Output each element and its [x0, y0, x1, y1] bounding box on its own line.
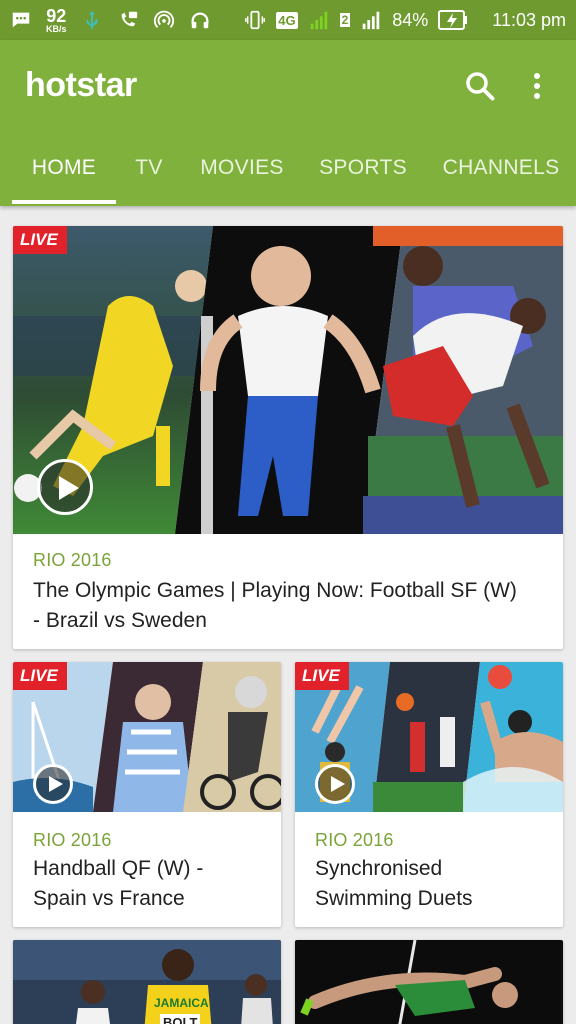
search-icon[interactable] [462, 68, 498, 104]
card-category: RIO 2016 [315, 830, 394, 850]
card-title: Synchronised Swimming Duets [315, 857, 473, 910]
tab-home[interactable]: HOME [12, 156, 116, 206]
app-bar: hotstar HOME TV MOVIES SPORTS CHANNELS [0, 40, 576, 206]
network-speed: 92 KB/s [46, 5, 67, 34]
battery-percent: 84% [392, 9, 429, 30]
live-badge: LIVE [13, 662, 67, 690]
video-card-handball[interactable]: LIVE RIO 2016 Handball QF (W) - Spain vs… [13, 662, 281, 927]
live-badge: LIVE [13, 226, 67, 254]
message-icon [12, 12, 30, 28]
overflow-menu-icon[interactable] [522, 68, 552, 104]
swimming-thumbnail[interactable]: LIVE [295, 662, 563, 812]
usb-icon [86, 10, 98, 30]
tab-bar: HOME TV MOVIES SPORTS CHANNELS [0, 144, 576, 206]
missed-call-icon [121, 11, 137, 27]
tab-sports[interactable]: SPORTS [312, 156, 414, 206]
hotstar-logo[interactable]: hotstar [25, 66, 137, 105]
video-card-pole-vault[interactable] [295, 940, 563, 1024]
clock: 11:03 pm [492, 9, 566, 30]
jamaica-text: JAMAICA [154, 996, 209, 1010]
tab-movies[interactable]: MOVIES [190, 156, 294, 206]
headphones-icon [191, 12, 208, 29]
battery-charging-icon [438, 10, 468, 30]
video-card-swimming[interactable]: LIVE RIO 2016 Synchronised Swimming Duet… [295, 662, 563, 927]
athletics-thumbnail[interactable]: JAMAICA BOLT [13, 940, 281, 1024]
play-icon[interactable] [33, 764, 73, 804]
signal-icon [310, 11, 327, 30]
pole-vault-thumbnail[interactable] [295, 940, 563, 1024]
card-title: The Olympic Games | Playing Now: Footbal… [33, 579, 517, 632]
live-badge: LIVE [295, 662, 349, 690]
active-tab-indicator [12, 200, 116, 204]
card-category: RIO 2016 [33, 830, 112, 850]
sim-indicator: 2 [339, 13, 351, 27]
signal-icon-2 [363, 11, 380, 30]
status-bar: 92 KB/s 4G 2 84% 11:03 pm [0, 0, 576, 40]
vibrate-icon [245, 10, 266, 30]
card-category: RIO 2016 [33, 550, 112, 570]
video-card-athletics[interactable]: JAMAICA BOLT [13, 940, 281, 1024]
play-icon[interactable] [37, 459, 93, 515]
hotspot-icon [153, 10, 174, 28]
play-icon[interactable] [315, 764, 355, 804]
card-title: Handball QF (W) - Spain vs France [33, 857, 204, 910]
network-type: 4G [276, 11, 298, 29]
tab-channels[interactable]: CHANNELS [434, 156, 568, 206]
featured-card[interactable]: LIVE RIO 2016 The Olympic Games | Playin… [13, 226, 563, 649]
handball-thumbnail[interactable]: LIVE [13, 662, 281, 812]
tab-tv[interactable]: TV [122, 156, 176, 206]
bib-text: BOLT [163, 1015, 197, 1024]
featured-thumbnail[interactable]: LIVE [13, 226, 563, 534]
